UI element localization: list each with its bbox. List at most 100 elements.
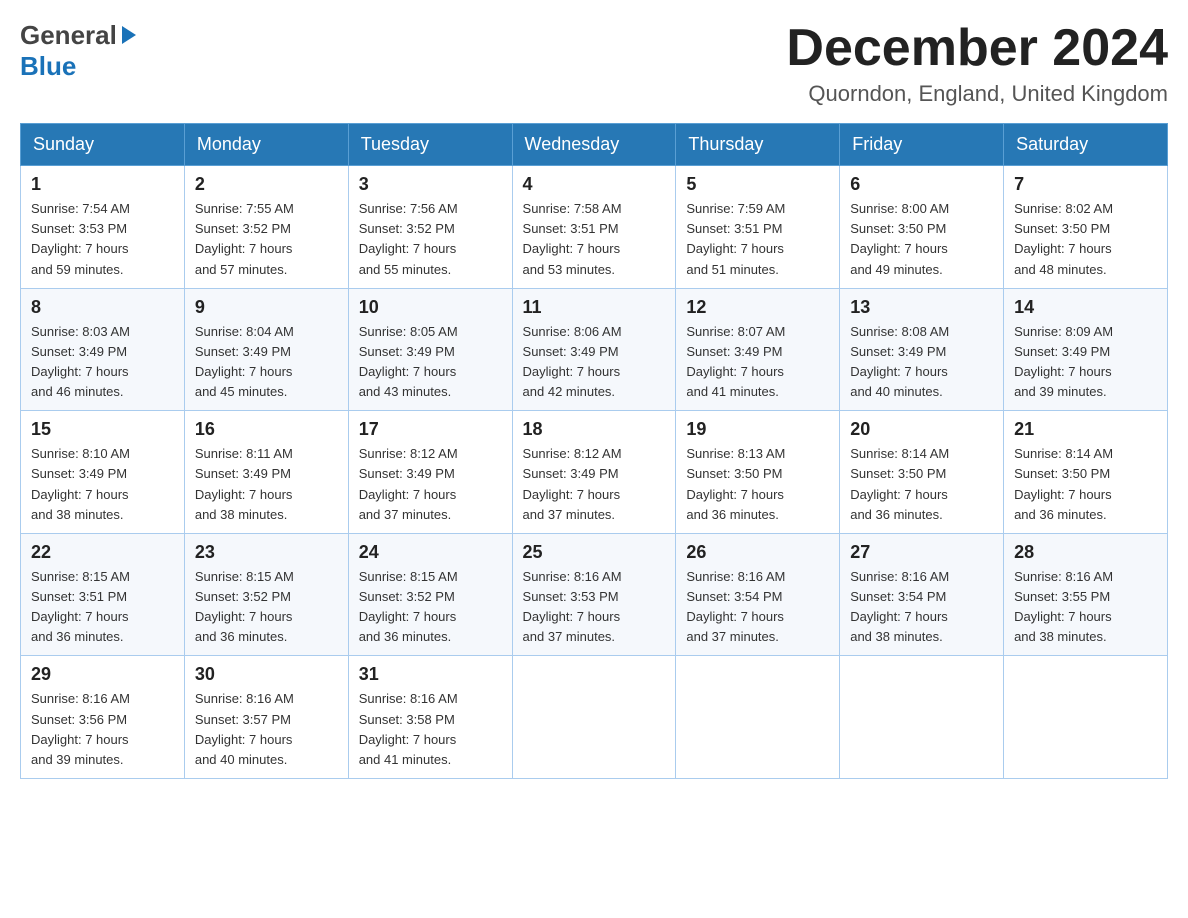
day-number: 2	[195, 174, 338, 195]
day-info: Sunrise: 8:16 AMSunset: 3:57 PMDaylight:…	[195, 689, 338, 770]
calendar-day-20: 20 Sunrise: 8:14 AMSunset: 3:50 PMDayligh…	[840, 411, 1004, 534]
day-number: 23	[195, 542, 338, 563]
day-info: Sunrise: 7:55 AMSunset: 3:52 PMDaylight:…	[195, 199, 338, 280]
day-number: 16	[195, 419, 338, 440]
day-info: Sunrise: 8:16 AMSunset: 3:56 PMDaylight:…	[31, 689, 174, 770]
calendar-day-29: 29Sunrise: 8:16 AMSunset: 3:56 PMDayligh…	[21, 656, 185, 779]
calendar-day-14: 14Sunrise: 8:09 AMSunset: 3:49 PMDayligh…	[1004, 288, 1168, 411]
calendar-day-8: 8 Sunrise: 8:03 AMSunset: 3:49 PMDaylight…	[21, 288, 185, 411]
day-info: Sunrise: 8:15 AMSunset: 3:52 PMDaylight:…	[195, 567, 338, 648]
day-info: Sunrise: 8:03 AMSunset: 3:49 PMDaylight:…	[31, 322, 174, 403]
day-info: Sunrise: 7:56 AMSunset: 3:52 PMDaylight:…	[359, 199, 502, 280]
day-info: Sunrise: 8:13 AMSunset: 3:50 PMDaylight:…	[686, 444, 829, 525]
calendar-day-10: 10Sunrise: 8:05 AMSunset: 3:49 PMDayligh…	[348, 288, 512, 411]
calendar-empty-cell	[1004, 656, 1168, 779]
calendar-header-wednesday: Wednesday	[512, 124, 676, 166]
calendar-header-thursday: Thursday	[676, 124, 840, 166]
calendar-header-sunday: Sunday	[21, 124, 185, 166]
calendar-day-27: 27 Sunrise: 8:16 AMSunset: 3:54 PMDayligh…	[840, 533, 1004, 656]
calendar-empty-cell	[840, 656, 1004, 779]
day-number: 21	[1014, 419, 1157, 440]
day-info: Sunrise: 8:16 AMSunset: 3:53 PMDaylight:…	[523, 567, 666, 648]
day-number: 3	[359, 174, 502, 195]
calendar-day-26: 26Sunrise: 8:16 AMSunset: 3:54 PMDayligh…	[676, 533, 840, 656]
day-info: Sunrise: 8:11 AMSunset: 3:49 PMDaylight:…	[195, 444, 338, 525]
day-number: 18	[523, 419, 666, 440]
day-info: Sunrise: 8:14 AMSunset: 3:50 PMDaylight:…	[850, 444, 993, 525]
location: Quorndon, England, United Kingdom	[786, 81, 1168, 107]
day-info: Sunrise: 8:09 AMSunset: 3:49 PMDaylight:…	[1014, 322, 1157, 403]
day-number: 1	[31, 174, 174, 195]
day-number: 27	[850, 542, 993, 563]
day-info: Sunrise: 8:16 AMSunset: 3:58 PMDaylight:…	[359, 689, 502, 770]
calendar-day-23: 23 Sunrise: 8:15 AMSunset: 3:52 PMDayligh…	[184, 533, 348, 656]
day-info: Sunrise: 7:54 AMSunset: 3:53 PMDaylight:…	[31, 199, 174, 280]
day-number: 17	[359, 419, 502, 440]
day-number: 19	[686, 419, 829, 440]
calendar-day-30: 30 Sunrise: 8:16 AMSunset: 3:57 PMDayligh…	[184, 656, 348, 779]
day-number: 6	[850, 174, 993, 195]
day-info: Sunrise: 8:12 AMSunset: 3:49 PMDaylight:…	[523, 444, 666, 525]
day-number: 7	[1014, 174, 1157, 195]
calendar-header-monday: Monday	[184, 124, 348, 166]
day-number: 22	[31, 542, 174, 563]
calendar-day-12: 12 Sunrise: 8:07 AMSunset: 3:49 PMDayligh…	[676, 288, 840, 411]
day-info: Sunrise: 8:10 AMSunset: 3:49 PMDaylight:…	[31, 444, 174, 525]
calendar-day-9: 9 Sunrise: 8:04 AMSunset: 3:49 PMDaylight…	[184, 288, 348, 411]
day-number: 30	[195, 664, 338, 685]
calendar-header-row: SundayMondayTuesdayWednesdayThursdayFrid…	[21, 124, 1168, 166]
day-info: Sunrise: 8:16 AMSunset: 3:55 PMDaylight:…	[1014, 567, 1157, 648]
day-number: 8	[31, 297, 174, 318]
logo-general: General	[20, 20, 117, 51]
calendar-day-7: 7Sunrise: 8:02 AMSunset: 3:50 PMDaylight…	[1004, 166, 1168, 289]
day-number: 25	[523, 542, 666, 563]
day-info: Sunrise: 7:59 AMSunset: 3:51 PMDaylight:…	[686, 199, 829, 280]
calendar-day-22: 22Sunrise: 8:15 AMSunset: 3:51 PMDayligh…	[21, 533, 185, 656]
calendar-day-1: 1 Sunrise: 7:54 AMSunset: 3:53 PMDaylight…	[21, 166, 185, 289]
calendar-week-1: 1 Sunrise: 7:54 AMSunset: 3:53 PMDaylight…	[21, 166, 1168, 289]
calendar-week-5: 29Sunrise: 8:16 AMSunset: 3:56 PMDayligh…	[21, 656, 1168, 779]
calendar-day-6: 6 Sunrise: 8:00 AMSunset: 3:50 PMDaylight…	[840, 166, 1004, 289]
calendar-day-19: 19 Sunrise: 8:13 AMSunset: 3:50 PMDayligh…	[676, 411, 840, 534]
day-number: 9	[195, 297, 338, 318]
calendar-day-17: 17 Sunrise: 8:12 AMSunset: 3:49 PMDayligh…	[348, 411, 512, 534]
calendar-day-11: 11Sunrise: 8:06 AMSunset: 3:49 PMDayligh…	[512, 288, 676, 411]
day-number: 13	[850, 297, 993, 318]
day-number: 28	[1014, 542, 1157, 563]
day-info: Sunrise: 8:07 AMSunset: 3:49 PMDaylight:…	[686, 322, 829, 403]
day-number: 10	[359, 297, 502, 318]
calendar-week-3: 15 Sunrise: 8:10 AMSunset: 3:49 PMDayligh…	[21, 411, 1168, 534]
calendar-header-saturday: Saturday	[1004, 124, 1168, 166]
day-number: 15	[31, 419, 174, 440]
day-info: Sunrise: 8:12 AMSunset: 3:49 PMDaylight:…	[359, 444, 502, 525]
calendar-week-4: 22Sunrise: 8:15 AMSunset: 3:51 PMDayligh…	[21, 533, 1168, 656]
day-number: 20	[850, 419, 993, 440]
month-title: December 2024	[786, 20, 1168, 77]
day-info: Sunrise: 8:00 AMSunset: 3:50 PMDaylight:…	[850, 199, 993, 280]
calendar-empty-cell	[676, 656, 840, 779]
day-info: Sunrise: 8:16 AMSunset: 3:54 PMDaylight:…	[850, 567, 993, 648]
calendar-header-friday: Friday	[840, 124, 1004, 166]
page-header: General Blue December 2024 Quorndon, Eng…	[20, 20, 1168, 107]
day-number: 24	[359, 542, 502, 563]
title-area: December 2024 Quorndon, England, United …	[786, 20, 1168, 107]
day-number: 4	[523, 174, 666, 195]
day-info: Sunrise: 7:58 AMSunset: 3:51 PMDaylight:…	[523, 199, 666, 280]
calendar-day-5: 5 Sunrise: 7:59 AMSunset: 3:51 PMDaylight…	[676, 166, 840, 289]
calendar-empty-cell	[512, 656, 676, 779]
calendar-day-15: 15 Sunrise: 8:10 AMSunset: 3:49 PMDayligh…	[21, 411, 185, 534]
day-info: Sunrise: 8:06 AMSunset: 3:49 PMDaylight:…	[523, 322, 666, 403]
day-info: Sunrise: 8:14 AMSunset: 3:50 PMDaylight:…	[1014, 444, 1157, 525]
calendar-day-13: 13 Sunrise: 8:08 AMSunset: 3:49 PMDayligh…	[840, 288, 1004, 411]
day-info: Sunrise: 8:04 AMSunset: 3:49 PMDaylight:…	[195, 322, 338, 403]
logo-arrow-icon	[120, 24, 138, 51]
calendar-day-25: 25 Sunrise: 8:16 AMSunset: 3:53 PMDayligh…	[512, 533, 676, 656]
day-info: Sunrise: 8:08 AMSunset: 3:49 PMDaylight:…	[850, 322, 993, 403]
day-number: 12	[686, 297, 829, 318]
day-number: 5	[686, 174, 829, 195]
calendar-day-16: 16 Sunrise: 8:11 AMSunset: 3:49 PMDayligh…	[184, 411, 348, 534]
calendar-day-31: 31Sunrise: 8:16 AMSunset: 3:58 PMDayligh…	[348, 656, 512, 779]
calendar-day-3: 3 Sunrise: 7:56 AMSunset: 3:52 PMDaylight…	[348, 166, 512, 289]
calendar-day-24: 24Sunrise: 8:15 AMSunset: 3:52 PMDayligh…	[348, 533, 512, 656]
logo-blue: Blue	[20, 51, 76, 81]
